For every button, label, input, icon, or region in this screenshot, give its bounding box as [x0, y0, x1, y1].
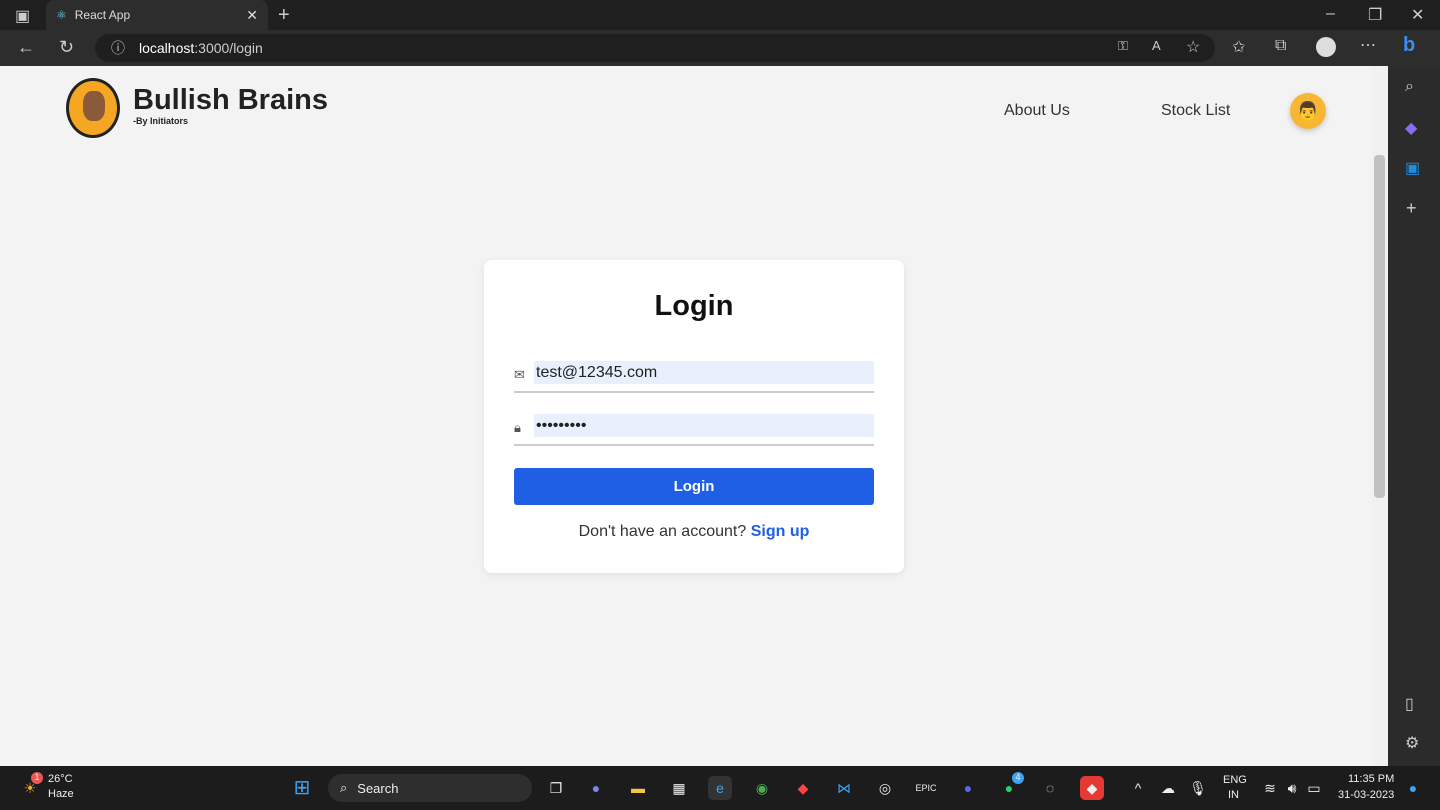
taskbar: ☀ 1 26°C Haze ⊞ ⌕ Search ❐ ● ▬ ▦ e ◉ ◆ ⋈ … [0, 766, 1440, 810]
new-tab-icon[interactable]: + [278, 4, 290, 27]
wifi-icon[interactable]: ≋ [1258, 776, 1282, 800]
brand-name[interactable]: Bullish Brains [133, 84, 328, 117]
password-field[interactable] [534, 414, 874, 437]
bull-logo[interactable] [66, 78, 120, 138]
split-screen-icon[interactable]: ▯ [1405, 694, 1414, 714]
search-icon[interactable]: ⌕ [1405, 78, 1414, 96]
lock-icon: 🔒︎ [514, 420, 521, 435]
clock-date[interactable]: 31-03-2023 [1338, 789, 1394, 801]
add-icon[interactable]: + [1406, 198, 1417, 219]
outlook-icon[interactable]: ▣ [1405, 158, 1420, 178]
user-avatar-icon[interactable]: 👨 [1290, 93, 1326, 129]
bing-icon[interactable]: b [1403, 34, 1415, 57]
add-favorite-icon[interactable]: ☆ [1186, 37, 1200, 57]
volume-icon[interactable]: 🔊︎ [1280, 776, 1304, 800]
anydesk-icon[interactable]: ◆ [1080, 776, 1104, 800]
brand-tagline: -By Initiators [133, 116, 189, 126]
store-icon[interactable]: ▦ [667, 776, 691, 800]
email-field-wrapper: ✉ [514, 361, 874, 393]
language-code[interactable]: ENG [1223, 774, 1247, 786]
react-icon: ⚛ [56, 8, 67, 22]
settings-icon[interactable]: ⚙ [1405, 733, 1419, 753]
profile-icon[interactable] [1316, 37, 1336, 57]
search-icon: ⌕ [340, 780, 348, 795]
nav-about-us[interactable]: About Us [1004, 102, 1070, 120]
mail-icon: ✉ [514, 367, 525, 382]
tab-title: React App [74, 8, 131, 22]
email-field[interactable] [534, 361, 874, 384]
signup-prompt: Don't have an account? Sign up [484, 523, 904, 541]
microphone-icon[interactable]: 🎙︎ [1186, 776, 1210, 800]
sidebar-toggle-icon[interactable]: ▣ [15, 6, 30, 26]
url-input[interactable]: ⓘ localhost:3000/login [95, 34, 1215, 62]
restore-icon[interactable]: ❐ [1368, 5, 1382, 25]
signup-prompt-text: Don't have an account? [578, 523, 747, 540]
region-code[interactable]: IN [1228, 789, 1239, 801]
url-path: :3000/login [194, 40, 263, 56]
edge-sidebar: ⌕ ◆ ▣ + ▯ ⚙ [1388, 66, 1440, 766]
more-icon[interactable]: ⋯ [1360, 35, 1376, 55]
back-icon[interactable]: ← [17, 37, 35, 58]
taskbar-search[interactable]: ⌕ Search [328, 774, 532, 802]
clock-time[interactable]: 11:35 PM [1348, 773, 1394, 785]
browser-tab[interactable]: ⚛ React App ✕ [46, 0, 268, 30]
edge-icon[interactable]: e [708, 776, 732, 800]
search-label: Search [357, 780, 399, 796]
app-icon[interactable]: ◎ [873, 776, 897, 800]
info-icon[interactable]: ⓘ [111, 38, 125, 58]
notification-icon[interactable]: ● [1401, 776, 1425, 800]
address-bar-row: ← ↻ ⓘ localhost:3000/login ⚿ A ☆ ✩ ⧉ ⋯ b [0, 30, 1440, 66]
login-title: Login [654, 290, 734, 322]
collections-icon[interactable]: ⧉ [1275, 37, 1286, 55]
read-aloud-icon[interactable]: A [1152, 38, 1161, 53]
close-tab-icon[interactable]: ✕ [246, 7, 258, 24]
battery-icon[interactable]: ▭ [1302, 776, 1326, 800]
vscode-icon[interactable]: ⋈ [832, 776, 856, 800]
refresh-icon[interactable]: ↻ [59, 37, 74, 58]
file-explorer-icon[interactable]: ▬ [626, 776, 650, 800]
scrollbar-thumb[interactable] [1374, 155, 1385, 498]
windows-start-icon[interactable]: ⊞ [290, 776, 314, 800]
weather-temp: 26°C [48, 773, 73, 785]
task-view-icon[interactable]: ❐ [544, 776, 568, 800]
favorites-icon[interactable]: ✩ [1232, 37, 1245, 57]
login-button[interactable]: Login [514, 468, 874, 505]
minimize-icon[interactable]: – [1326, 5, 1335, 23]
key-icon[interactable]: ⚿ [1118, 38, 1128, 54]
obs-icon[interactable]: ◌ [1038, 776, 1062, 800]
chrome-icon[interactable]: ◉ [750, 776, 774, 800]
browser-tab-bar: ▣ ⚛ React App ✕ + – ❐ ✕ [0, 0, 1440, 30]
weather-desc: Haze [48, 788, 74, 800]
signup-link[interactable]: Sign up [751, 523, 810, 540]
whatsapp-badge: 4 [1012, 772, 1024, 784]
shopping-icon[interactable]: ◆ [1405, 118, 1417, 138]
git-icon[interactable]: ◆ [791, 776, 815, 800]
show-hidden-icons[interactable]: ^ [1126, 776, 1150, 800]
password-field-wrapper: 🔒︎ [514, 414, 874, 446]
close-window-icon[interactable]: ✕ [1411, 5, 1424, 25]
teams-icon[interactable]: ● [584, 776, 608, 800]
epic-games-icon[interactable]: EPIC [914, 776, 938, 800]
weather-badge: 1 [31, 772, 43, 784]
url-host: localhost [139, 40, 195, 56]
discord-icon[interactable]: ● [956, 776, 980, 800]
onedrive-icon[interactable]: ☁ [1156, 776, 1180, 800]
nav-stock-list[interactable]: Stock List [1161, 102, 1230, 120]
login-card: Login ✉ 🔒︎ Login Don't have an account? … [484, 260, 904, 573]
